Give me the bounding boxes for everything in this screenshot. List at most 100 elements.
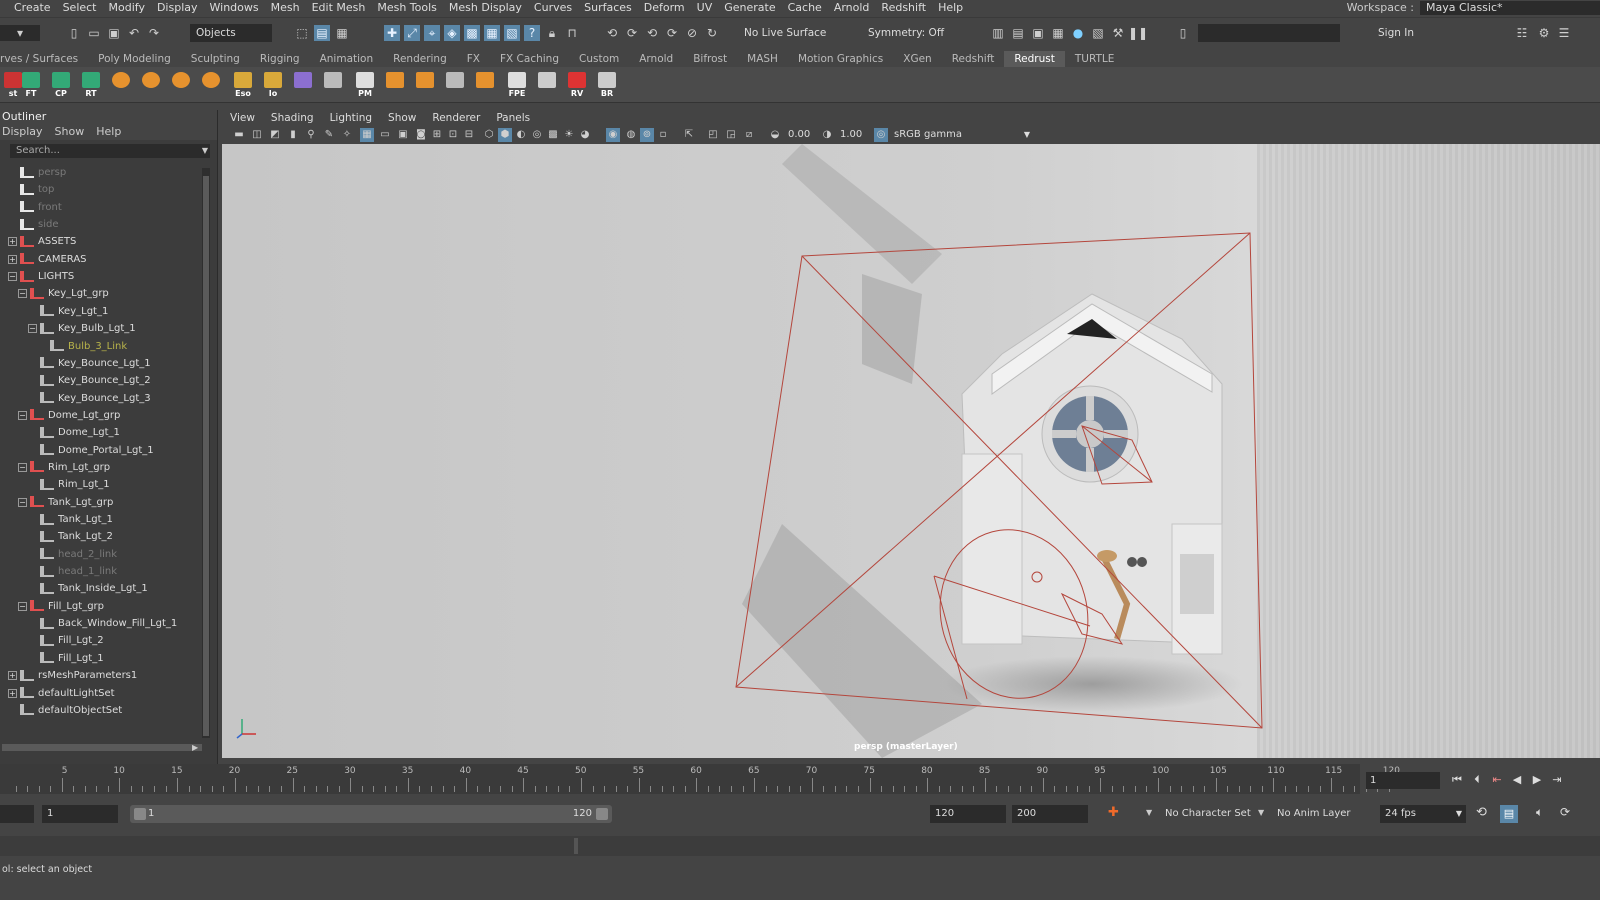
anim-layer-chevron-icon[interactable]: ▼ [1258, 808, 1264, 817]
menu-set-dropdown[interactable]: ▾ [0, 25, 40, 41]
outliner-item[interactable]: Dome_Lgt_grp [30, 407, 120, 424]
select-by-hierarchy-icon[interactable]: ⬚ [294, 25, 310, 41]
playback-end-field[interactable]: 120 [930, 805, 1006, 823]
grease-pencil-icon[interactable]: ✎ [322, 128, 336, 142]
shelf-tool-tool-11-icon[interactable] [320, 70, 346, 98]
outliner-item[interactable]: head_1_link [40, 563, 117, 580]
snap-view-plane-icon[interactable]: ◈ [444, 25, 460, 41]
viewport-menu-shading[interactable]: Shading [263, 110, 322, 126]
menu-windows[interactable]: Windows [204, 1, 265, 14]
snap-point-icon[interactable]: ⌖ [424, 25, 440, 41]
shelf-tab-fx[interactable]: FX [457, 51, 490, 67]
save-scene-icon[interactable]: ▣ [106, 25, 122, 41]
film-gate-icon[interactable]: ▭ [378, 128, 392, 142]
shelf-tab-mash[interactable]: MASH [737, 51, 788, 67]
workspace-selector[interactable]: Workspace : Maya Classic* [1347, 0, 1600, 15]
shadows-icon[interactable]: ◕ [578, 128, 592, 142]
shelf-tool-tool-18-icon[interactable] [534, 70, 560, 98]
search-dropdown-icon[interactable]: ▼ [202, 144, 208, 158]
current-frame-field[interactable]: 1 [1366, 772, 1440, 789]
hypershade-icon[interactable]: ● [1070, 25, 1086, 41]
field-chart-icon[interactable]: ⊞ [430, 128, 444, 142]
menu-redshift[interactable]: Redshift [875, 1, 932, 14]
outliner-item[interactable]: Fill_Lgt_1 [40, 650, 104, 667]
shelf-tab-rendering[interactable]: Rendering [383, 51, 457, 67]
outliner-item[interactable]: Key_Bounce_Lgt_2 [40, 372, 151, 389]
collapse-icon[interactable]: − [18, 289, 27, 299]
shelf-tool-eso-icon[interactable]: Eso [230, 70, 256, 98]
outliner-item[interactable]: Tank_Lgt_2 [40, 528, 113, 545]
outliner-horizontal-scrollbar[interactable] [2, 744, 202, 751]
outliner-item[interactable]: Dome_Portal_Lgt_1 [40, 442, 154, 459]
undo-icon[interactable]: ↶ [126, 25, 142, 41]
snap-distance-icon[interactable]: ▧ [504, 25, 520, 41]
menu-display[interactable]: Display [151, 1, 204, 14]
character-set-chevron-icon[interactable]: ▼ [1146, 808, 1152, 817]
attribute-editor-icon[interactable]: ⚙ [1536, 25, 1552, 41]
shelf-tab-rves-surfaces[interactable]: rves / Surfaces [0, 51, 88, 67]
outliner-item[interactable]: Key_Bulb_Lgt_1 [40, 320, 136, 337]
outliner-item[interactable]: Dome_Lgt_1 [40, 424, 120, 441]
modeling-toolkit-icon[interactable]: ☷ [1514, 25, 1530, 41]
xray-icon[interactable]: ◰ [706, 128, 720, 142]
outliner-item[interactable]: Key_Bounce_Lgt_3 [40, 390, 151, 407]
2d-pan-zoom-icon[interactable]: ⚲ [304, 128, 318, 142]
shelf-tab-bifrost[interactable]: Bifrost [683, 51, 737, 67]
menu-arnold[interactable]: Arnold [828, 1, 876, 14]
anim-start-field[interactable] [0, 805, 34, 823]
menu-surfaces[interactable]: Surfaces [578, 1, 638, 14]
textured-icon[interactable]: ▩ [546, 128, 560, 142]
gate-mask-icon[interactable]: ◙ [414, 128, 428, 142]
shelf-tab-redrust[interactable]: Redrust [1004, 51, 1065, 67]
outliner-item[interactable]: rsMeshParameters1 [20, 667, 137, 684]
command-line[interactable] [0, 836, 1600, 856]
outliner-item[interactable]: ASSETS [20, 233, 76, 250]
outliner-search-input[interactable]: Search... ▼ [10, 144, 210, 158]
render-settings-icon[interactable]: ▥ [990, 25, 1006, 41]
outliner-item[interactable]: head_2_link [40, 546, 117, 563]
viewport-3d[interactable]: persp (masterLayer) [222, 144, 1600, 758]
anim-prefs-icon[interactable]: ⟳ [1560, 805, 1570, 819]
shelf-tab-custom[interactable]: Custom [569, 51, 629, 67]
outliner-menu-help[interactable]: Help [96, 124, 121, 140]
isolate-select-icon[interactable]: ⇱ [682, 128, 696, 142]
shelf-tool-tool-14-icon[interactable] [412, 70, 438, 98]
menu-uv[interactable]: UV [691, 1, 719, 14]
resolution-gate-icon[interactable]: ▣ [396, 128, 410, 142]
select-by-component-icon[interactable]: ▦ [334, 25, 350, 41]
expand-icon[interactable]: + [8, 671, 17, 681]
render-current-icon[interactable]: ▣ [1030, 25, 1046, 41]
use-all-lights-icon[interactable]: ☀ [562, 128, 576, 142]
play-backwards-icon[interactable]: ◀ [1510, 772, 1524, 788]
shelf-tab-turtle[interactable]: TURTLE [1065, 51, 1125, 67]
outliner-item[interactable]: Key_Lgt_1 [40, 303, 108, 320]
outliner-item[interactable]: Fill_Lgt_2 [40, 632, 104, 649]
sign-in-button[interactable]: Sign In [1362, 24, 1466, 42]
live-surface-field[interactable]: No Live Surface [738, 24, 834, 42]
color-management-icon[interactable]: ◎ [874, 128, 888, 142]
step-forward-key-icon[interactable]: ⇥ [1550, 772, 1564, 788]
shelf-tool-pm-icon[interactable]: PM [352, 70, 378, 98]
shelf-tool-tool-7-icon[interactable] [198, 70, 224, 98]
input-ops-icon[interactable]: ⟳ [624, 25, 640, 41]
redshift-ipr-icon[interactable]: ⚒ [1110, 25, 1126, 41]
select-camera-icon[interactable]: ▬ [232, 128, 246, 142]
outliner-scrollbar[interactable] [202, 168, 210, 738]
redo-icon[interactable]: ↷ [146, 25, 162, 41]
exposure-value[interactable]: 0.00 [788, 129, 810, 140]
magnet-toggle-icon[interactable]: ⊘ [684, 25, 700, 41]
shelf-tool-rt-icon[interactable]: RT [78, 70, 104, 98]
ipr-render-icon[interactable]: ▦ [1050, 25, 1066, 41]
viewport-menu-lighting[interactable]: Lighting [322, 110, 380, 126]
go-to-start-icon[interactable]: ⏮ [1450, 772, 1464, 788]
ambient-occlusion-icon[interactable]: ◉ [606, 128, 620, 142]
shelf-tab-poly-modeling[interactable]: Poly Modeling [88, 51, 181, 67]
history-icon[interactable]: ⟲ [604, 25, 620, 41]
loop-icon[interactable]: ⟲ [1476, 805, 1487, 820]
collapse-icon[interactable]: − [18, 410, 27, 420]
exposure-icon[interactable]: ◒ [768, 128, 782, 142]
menu-mesh-display[interactable]: Mesh Display [443, 1, 528, 14]
outliner-item[interactable]: Key_Lgt_grp [30, 285, 109, 302]
outliner-item[interactable]: Back_Window_Fill_Lgt_1 [40, 615, 177, 632]
snap-grid-icon[interactable]: ✚ [384, 25, 400, 41]
